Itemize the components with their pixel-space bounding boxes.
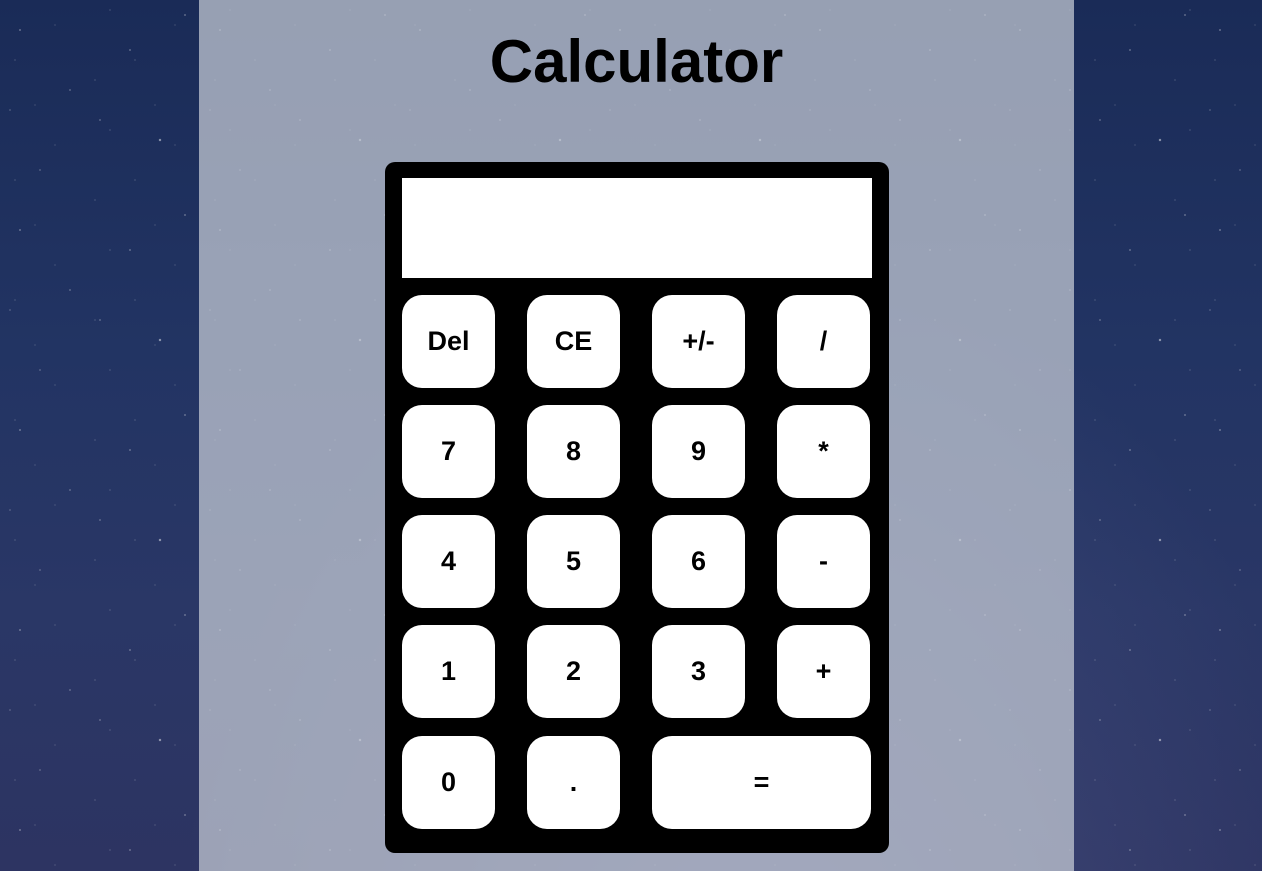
digit-6-button[interactable]: 6 [652,515,745,608]
digit-8-button[interactable]: 8 [527,405,620,498]
calculator-display[interactable] [402,178,872,278]
digit-4-button[interactable]: 4 [402,515,495,608]
digit-0-button[interactable]: 0 [402,736,495,829]
digit-2-button[interactable]: 2 [527,625,620,718]
page-title: Calculator [489,28,784,95]
divide-button[interactable]: / [777,295,870,388]
digit-1-button[interactable]: 1 [402,625,495,718]
clear-entry-button[interactable]: CE [527,295,620,388]
subtract-button[interactable]: - [777,515,870,608]
digit-7-button[interactable]: 7 [402,405,495,498]
equals-button[interactable]: = [652,736,871,829]
decimal-point-button[interactable]: . [527,736,620,829]
calculator: Del CE +/- / 7 8 9 * 4 5 6 - 1 2 3 + 0 .… [385,162,889,853]
delete-button[interactable]: Del [402,295,495,388]
digit-5-button[interactable]: 5 [527,515,620,608]
add-button[interactable]: + [777,625,870,718]
multiply-button[interactable]: * [777,405,870,498]
digit-3-button[interactable]: 3 [652,625,745,718]
digit-9-button[interactable]: 9 [652,405,745,498]
plus-minus-button[interactable]: +/- [652,295,745,388]
